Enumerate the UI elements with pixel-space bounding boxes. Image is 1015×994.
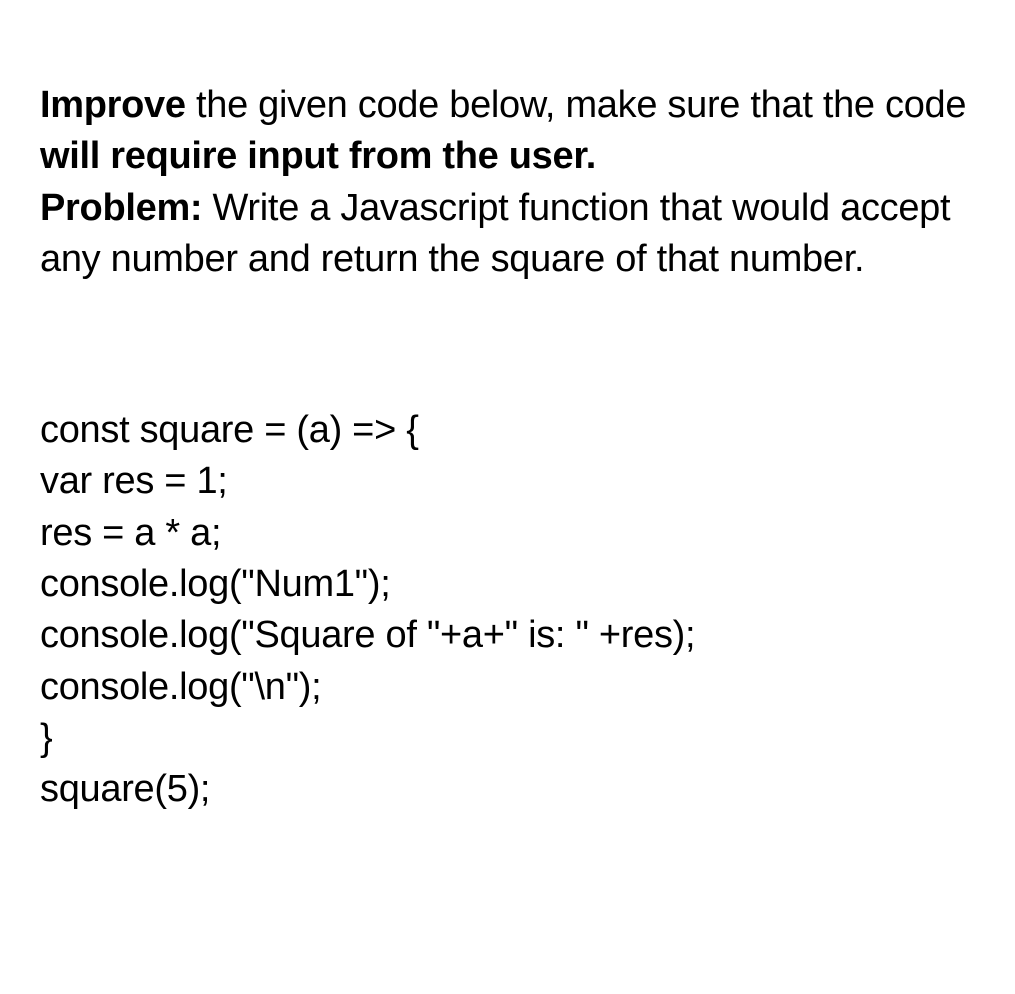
code-line-1: const square = (a) => {: [40, 405, 975, 456]
code-line-4: console.log("Num1");: [40, 559, 975, 610]
problem-word: Problem:: [40, 187, 202, 229]
code-block: const square = (a) => { var res = 1; res…: [40, 405, 975, 815]
code-line-7: }: [40, 713, 975, 764]
require-phrase: will require input from the user.: [40, 135, 596, 177]
intro-text-1: the given code below, make sure that the…: [186, 84, 967, 126]
code-line-8: square(5);: [40, 764, 975, 815]
code-line-3: res = a * a;: [40, 508, 975, 559]
document-content: Improve the given code below, make sure …: [40, 80, 975, 816]
code-line-5: console.log("Square of "+a+" is: " +res)…: [40, 610, 975, 661]
code-line-6: console.log("\n");: [40, 662, 975, 713]
intro-paragraph: Improve the given code below, make sure …: [40, 80, 975, 285]
code-line-2: var res = 1;: [40, 456, 975, 507]
improve-word: Improve: [40, 84, 186, 126]
